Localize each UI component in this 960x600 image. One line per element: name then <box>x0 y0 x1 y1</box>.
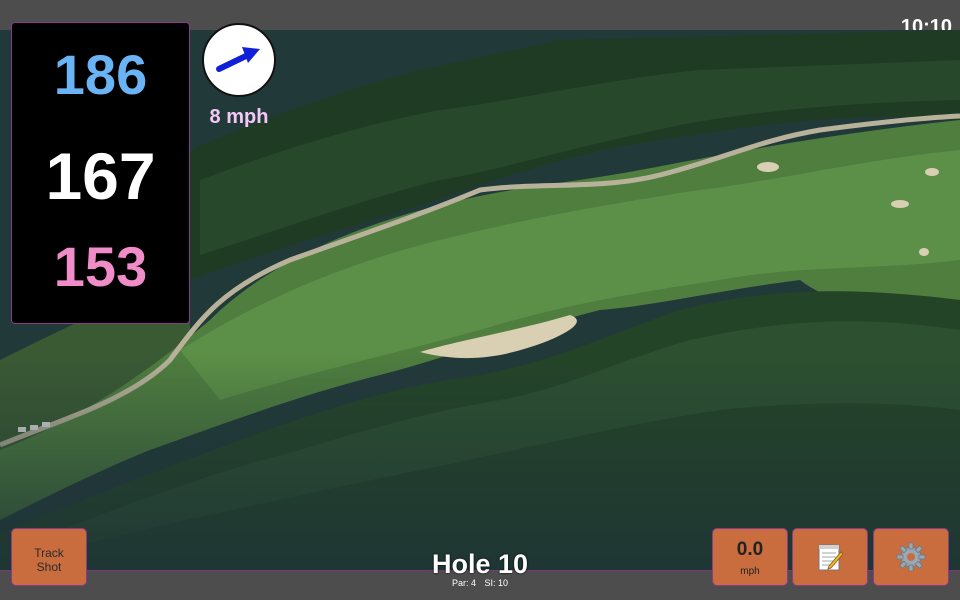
hole-title: Hole 10 <box>431 549 529 579</box>
hole-info: Par: 4 SI: 10 <box>380 578 580 588</box>
wind-direction-dial <box>202 23 276 97</box>
track-shot-label-line2: Shot <box>36 560 62 574</box>
middle-distance: 167 <box>45 139 156 213</box>
distance-panel: 186 167 153 <box>11 22 190 324</box>
settings-button[interactable] <box>873 528 949 586</box>
front-distance: 153 <box>53 235 148 298</box>
speed-unit: mph <box>740 566 760 577</box>
notepad-icon <box>818 544 844 571</box>
wind-speed-label: 8 mph <box>209 106 269 128</box>
speed-button[interactable]: 0.0 mph <box>712 528 788 586</box>
gear-icon <box>896 542 926 572</box>
notes-button[interactable] <box>792 528 868 586</box>
track-shot-label-line1: Track <box>34 546 64 560</box>
back-distance: 186 <box>53 43 148 106</box>
wind-arrow-icon <box>216 47 260 72</box>
speed-value: 0.0 <box>736 539 764 560</box>
golf-gps-screen: 10:10 186 167 153 8 mph Track Shot Hole … <box>0 0 960 600</box>
track-shot-button[interactable]: Track Shot <box>11 528 87 586</box>
stroke-index-label: SI: 10 <box>484 578 509 588</box>
par-label: Par: 4 <box>451 578 476 588</box>
